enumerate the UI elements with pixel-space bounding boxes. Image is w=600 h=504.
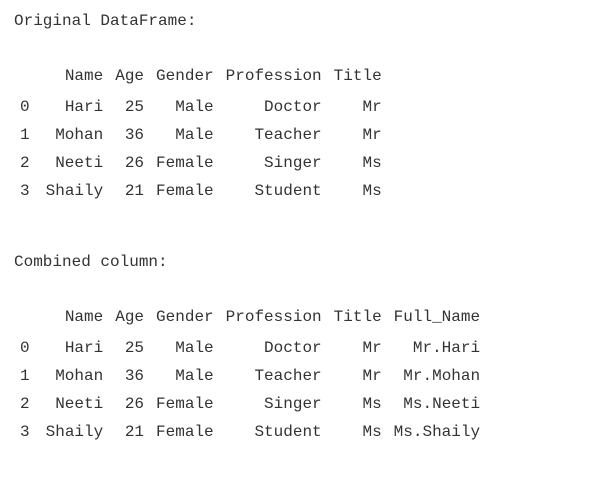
cell-profession: Teacher: [220, 362, 328, 390]
cell-name: Mohan: [40, 121, 110, 149]
cell-title: Ms: [328, 177, 388, 205]
cell-age: 21: [109, 177, 150, 205]
cell-name: Hari: [40, 334, 110, 362]
cell-fullname: Ms.Neeti: [388, 390, 486, 418]
cell-index: 0: [14, 93, 40, 121]
table-row: 3 Shaily 21 Female Student Ms: [14, 177, 388, 205]
col-gender: Gender: [150, 62, 220, 93]
col-index: [14, 62, 40, 93]
cell-age: 25: [109, 93, 150, 121]
table-row: 2 Neeti 26 Female Singer Ms: [14, 149, 388, 177]
cell-gender: Female: [150, 149, 220, 177]
cell-name: Shaily: [40, 177, 110, 205]
cell-age: 36: [109, 121, 150, 149]
section-title-combined: Combined column:: [14, 253, 586, 271]
cell-gender: Female: [150, 418, 220, 446]
table-row: 0 Hari 25 Male Doctor Mr Mr.Hari: [14, 334, 486, 362]
cell-profession: Student: [220, 177, 328, 205]
cell-name: Mohan: [40, 362, 110, 390]
cell-profession: Teacher: [220, 121, 328, 149]
table-row: 1 Mohan 36 Male Teacher Mr Mr.Mohan: [14, 362, 486, 390]
col-age: Age: [109, 62, 150, 93]
cell-name: Shaily: [40, 418, 110, 446]
cell-profession: Singer: [220, 390, 328, 418]
cell-title: Mr: [328, 362, 388, 390]
cell-profession: Singer: [220, 149, 328, 177]
cell-age: 26: [109, 149, 150, 177]
col-profession: Profession: [220, 62, 328, 93]
cell-fullname: Mr.Hari: [388, 334, 486, 362]
col-title: Title: [328, 62, 388, 93]
cell-index: 2: [14, 390, 40, 418]
cell-fullname: Ms.Shaily: [388, 418, 486, 446]
table-row: 2 Neeti 26 Female Singer Ms Ms.Neeti: [14, 390, 486, 418]
cell-gender: Female: [150, 390, 220, 418]
cell-title: Mr: [328, 121, 388, 149]
cell-title: Ms: [328, 149, 388, 177]
cell-profession: Student: [220, 418, 328, 446]
cell-fullname: Mr.Mohan: [388, 362, 486, 390]
cell-index: 3: [14, 418, 40, 446]
cell-title: Mr: [328, 334, 388, 362]
cell-title: Mr: [328, 93, 388, 121]
table-row: 3 Shaily 21 Female Student Ms Ms.Shaily: [14, 418, 486, 446]
cell-gender: Female: [150, 177, 220, 205]
cell-name: Hari: [40, 93, 110, 121]
col-fullname: Full_Name: [388, 303, 486, 334]
cell-gender: Male: [150, 334, 220, 362]
col-profession: Profession: [220, 303, 328, 334]
cell-profession: Doctor: [220, 334, 328, 362]
col-name: Name: [40, 62, 110, 93]
cell-age: 25: [109, 334, 150, 362]
cell-title: Ms: [328, 418, 388, 446]
cell-index: 1: [14, 362, 40, 390]
cell-title: Ms: [328, 390, 388, 418]
table-row: 1 Mohan 36 Male Teacher Mr: [14, 121, 388, 149]
cell-index: 1: [14, 121, 40, 149]
cell-profession: Doctor: [220, 93, 328, 121]
table-header-row: Name Age Gender Profession Title Full_Na…: [14, 303, 486, 334]
cell-name: Neeti: [40, 390, 110, 418]
cell-index: 2: [14, 149, 40, 177]
combined-dataframe-table: Name Age Gender Profession Title Full_Na…: [14, 303, 486, 446]
cell-gender: Male: [150, 121, 220, 149]
col-name: Name: [40, 303, 110, 334]
table-header-row: Name Age Gender Profession Title: [14, 62, 388, 93]
cell-name: Neeti: [40, 149, 110, 177]
section-title-original: Original DataFrame:: [14, 12, 586, 30]
table-row: 0 Hari 25 Male Doctor Mr: [14, 93, 388, 121]
original-dataframe-table: Name Age Gender Profession Title 0 Hari …: [14, 62, 388, 205]
col-title: Title: [328, 303, 388, 334]
col-age: Age: [109, 303, 150, 334]
cell-index: 3: [14, 177, 40, 205]
cell-gender: Male: [150, 362, 220, 390]
cell-age: 36: [109, 362, 150, 390]
cell-age: 21: [109, 418, 150, 446]
col-gender: Gender: [150, 303, 220, 334]
cell-age: 26: [109, 390, 150, 418]
cell-gender: Male: [150, 93, 220, 121]
col-index: [14, 303, 40, 334]
cell-index: 0: [14, 334, 40, 362]
